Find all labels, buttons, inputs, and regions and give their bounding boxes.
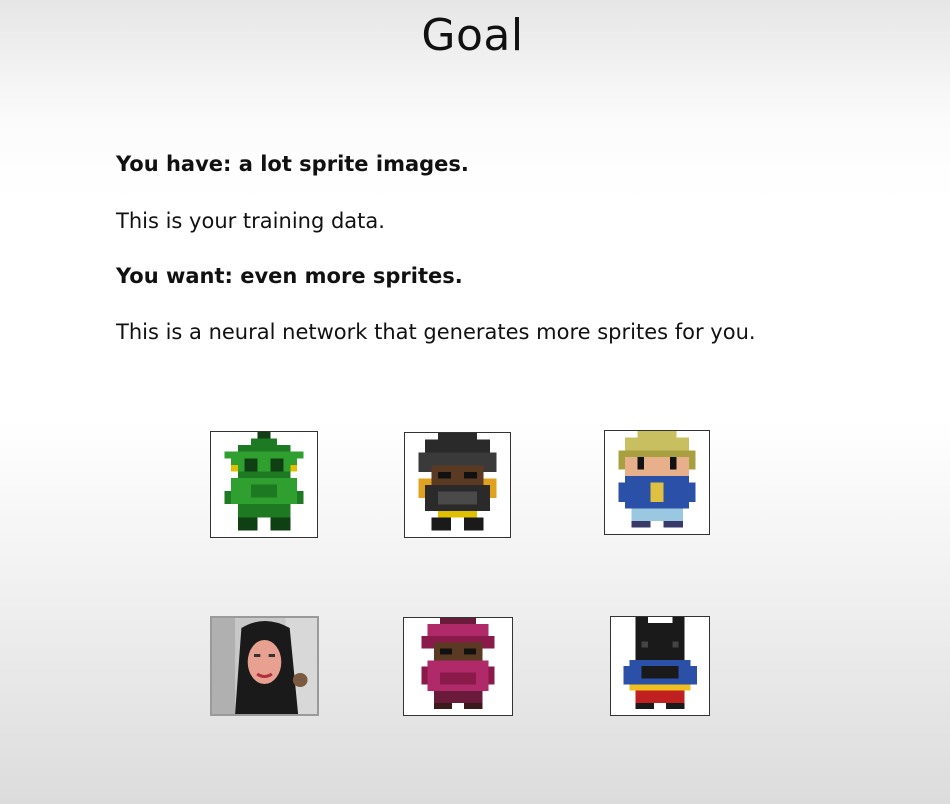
sprite-woman-photo (210, 616, 319, 716)
sprite-magenta-hooded-image (421, 618, 495, 709)
slide-title: Goal (421, 10, 524, 61)
woman-photo-image (212, 618, 317, 714)
sprite-black-cat (610, 616, 710, 716)
have-sprites-text: You have: a lot sprite images. (116, 152, 469, 176)
sprite-dark-hooded (404, 432, 511, 538)
sprite-blonde-blue-image (618, 431, 696, 528)
sprite-blonde-blue (604, 430, 710, 535)
training-data-text: This is your training data. (116, 209, 385, 233)
sprite-black-cat-image (623, 617, 697, 709)
want-sprites-text: You want: even more sprites. (116, 264, 463, 288)
sprite-green-goblin (210, 431, 318, 538)
neural-network-text: This is a neural network that generates … (116, 320, 756, 344)
sprite-magenta-hooded (403, 617, 513, 716)
sprite-dark-hooded-image (418, 433, 497, 531)
sprite-green-goblin-image (224, 432, 304, 531)
